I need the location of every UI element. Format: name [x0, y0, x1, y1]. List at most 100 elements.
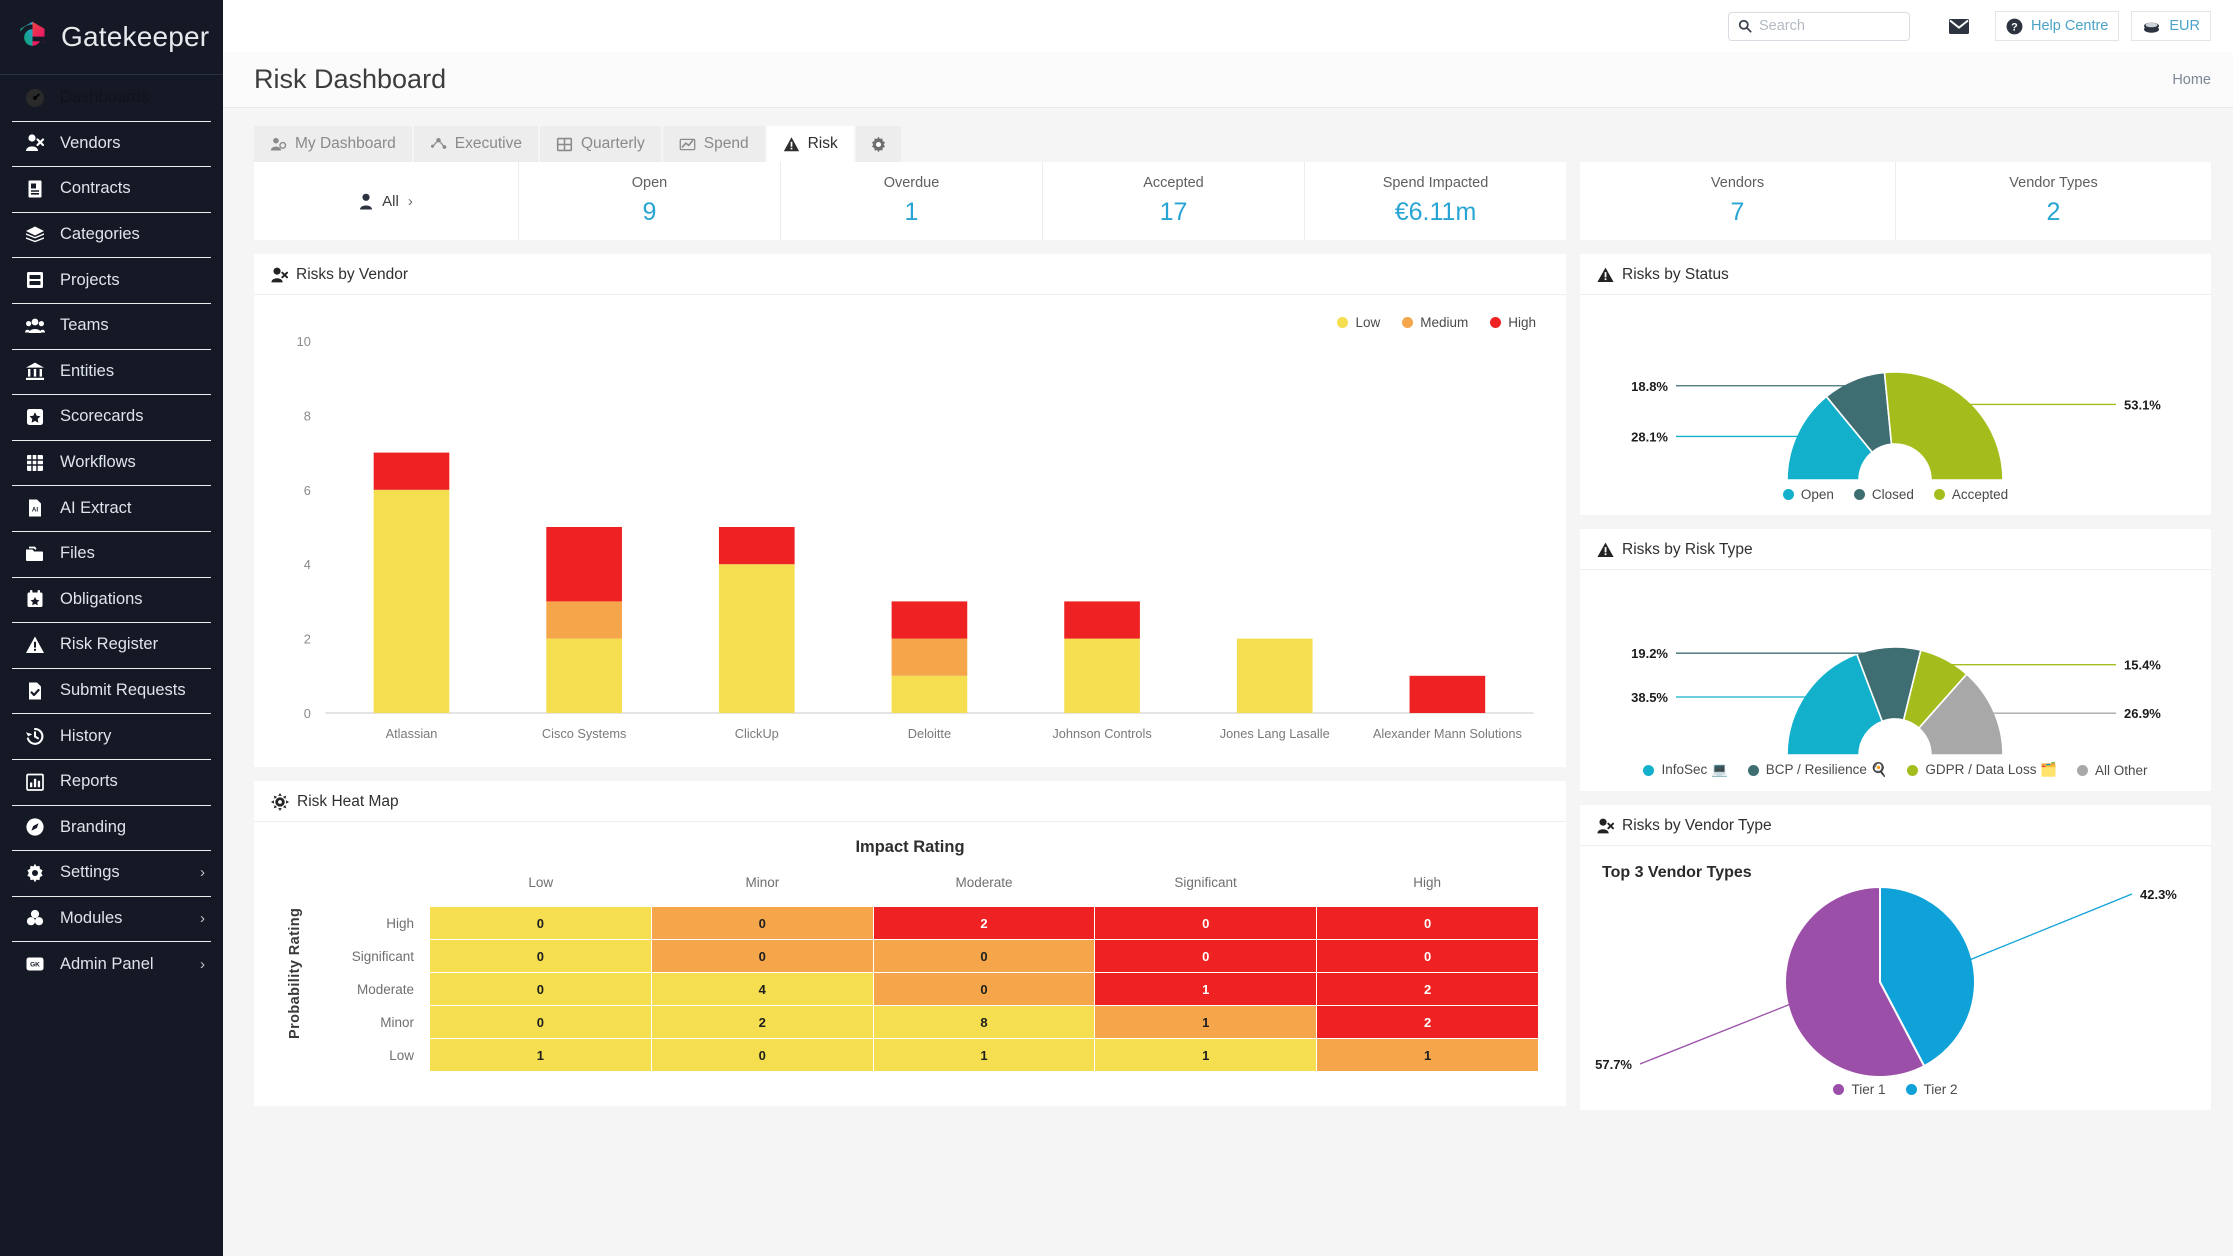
heatmap-column-headers: Low Minor Moderate Significant High	[308, 875, 1538, 907]
kpi-card-accepted[interactable]: Accepted 17	[1043, 162, 1305, 240]
legend-item-medium[interactable]: Medium	[1402, 315, 1468, 330]
sidebar-item-reports[interactable]: Reports	[0, 758, 223, 805]
heatmap-cell[interactable]: 0	[873, 940, 1095, 972]
kpi-card-open[interactable]: Open 9	[519, 162, 781, 240]
vendor-icon	[22, 133, 48, 153]
gear-icon	[22, 863, 48, 883]
kpi-card-spend-impacted[interactable]: Spend Impacted €6.11m	[1305, 162, 1566, 240]
tab-quarterly[interactable]: Quarterly	[540, 126, 663, 162]
sidebar-item-projects[interactable]: Projects	[0, 257, 223, 303]
heatmap-cell[interactable]: 0	[651, 1039, 873, 1071]
modules-icon	[22, 908, 48, 928]
sidebar-item-teams[interactable]: Teams	[0, 302, 223, 349]
heatmap-cell[interactable]: 0	[651, 940, 873, 972]
heatmap-cell[interactable]: 2	[1317, 973, 1538, 1005]
heatmap-cell[interactable]: 0	[1317, 940, 1538, 972]
heatmap-cell[interactable]: 0	[873, 973, 1095, 1005]
sidebar-item-branding[interactable]: Branding	[0, 804, 223, 851]
panel-risk-heat-map: Risk Heat Map Impact Rating Probability …	[254, 781, 1566, 1106]
legend-item[interactable]: All Other	[2077, 763, 2148, 778]
sidebar-item-admin-panel[interactable]: GK Admin Panel ›	[0, 941, 223, 987]
legend-item[interactable]: InfoSec 💻	[1643, 762, 1728, 778]
help-centre-button[interactable]: ? Help Centre	[1995, 11, 2120, 41]
heatmap-cell[interactable]: 2	[873, 907, 1095, 939]
sidebar-item-scorecards[interactable]: Scorecards	[0, 394, 223, 440]
heatmap-cell[interactable]: 1	[430, 1039, 651, 1071]
legend-item[interactable]: BCP / Resilience 🍳	[1747, 762, 1887, 778]
heatmap-cell[interactable]: 1	[873, 1039, 1095, 1071]
sidebar-item-label: Reports	[60, 772, 118, 791]
breadcrumb-home-link[interactable]: Home	[2172, 72, 2211, 88]
legend-swatch	[1907, 764, 1919, 776]
heatmap-cell[interactable]: 1	[1095, 1006, 1317, 1038]
status-donut-svg[interactable]: 28.1% 18.8% 53.1%	[1580, 295, 2211, 487]
currency-button[interactable]: EUR	[2131, 11, 2211, 41]
sidebar-item-settings[interactable]: Settings ›	[0, 850, 223, 896]
kpi-card-overdue[interactable]: Overdue 1	[781, 162, 1043, 240]
heatmap-cell[interactable]: 0	[1095, 907, 1317, 939]
panels-grid: Risks by Vendor Low Medium High 0 2 4 6 8 10 Atl…	[254, 254, 2211, 1110]
tab-risk[interactable]: Risk	[766, 126, 856, 162]
sidebar-item-vendors[interactable]: Vendors	[0, 120, 223, 167]
heatmap-row: Moderate 0 4 0 1 2	[308, 973, 1538, 1005]
sidebar-item-obligations[interactable]: Obligations	[0, 576, 223, 623]
tab-spend[interactable]: Spend	[662, 126, 767, 162]
heatmap-cell[interactable]: 0	[1095, 940, 1317, 972]
left-column: Risks by Vendor Low Medium High 0 2 4 6 8 10 Atl…	[254, 254, 1566, 1110]
heatmap-cell[interactable]: 0	[1317, 907, 1538, 939]
sidebar-item-workflows[interactable]: Workflows	[0, 439, 223, 486]
sidebar-item-categories[interactable]: Categories	[0, 211, 223, 258]
search-input[interactable]: Search	[1728, 11, 1910, 41]
heatmap-cell[interactable]: 0	[651, 907, 873, 939]
legend-item[interactable]: Closed	[1853, 487, 1914, 502]
sidebar-item-files[interactable]: Files	[0, 530, 223, 577]
heatmap-cell[interactable]: 0	[430, 1006, 651, 1038]
messages-button[interactable]	[1935, 18, 1983, 34]
panel-header: Risks by Vendor Type	[1580, 805, 2211, 846]
sidebar-item-ai-extract[interactable]: AI AI Extract	[0, 485, 223, 531]
bar-chart-svg[interactable]: 0 2 4 6 8 10 Atlassian Cisco Systems ClickUp Delo…	[272, 305, 1548, 757]
heatmap-cell[interactable]: 1	[1095, 973, 1317, 1005]
kpi-card-vendors[interactable]: Vendors 7	[1580, 162, 1896, 240]
sidebar-item-contracts[interactable]: Contracts	[0, 166, 223, 212]
sidebar-item-modules[interactable]: Modules ›	[0, 895, 223, 942]
legend-item-high[interactable]: High	[1490, 315, 1536, 330]
kpi-card-vendor-types[interactable]: Vendor Types 2	[1896, 162, 2211, 240]
tab-executive[interactable]: Executive	[413, 126, 540, 162]
chevron-right-icon: ›	[200, 909, 205, 927]
heatmap-row: Significant 0 0 0 0 0	[308, 940, 1538, 972]
risktype-donut-svg[interactable]: 38.5% 19.2% 15.4% 26.9%	[1580, 570, 2211, 762]
heatmap-row-header: Minor	[380, 1014, 414, 1030]
legend-item[interactable]: Accepted	[1933, 487, 2008, 502]
sidebar-item-risk-register[interactable]: Risk Register	[0, 622, 223, 668]
kpi-filter-all[interactable]: All ›	[254, 162, 519, 240]
gauge-icon	[22, 88, 48, 108]
heatmap-cell[interactable]: 0	[430, 940, 651, 972]
bank-icon	[22, 361, 48, 381]
people-icon	[22, 316, 48, 336]
svg-text:Johnson Controls: Johnson Controls	[1052, 727, 1151, 741]
donut-slice[interactable]	[1883, 371, 2004, 481]
legend-item-low[interactable]: Low	[1337, 315, 1380, 330]
tab-settings[interactable]	[855, 126, 903, 162]
heatmap-cell[interactable]: 2	[1317, 1006, 1538, 1038]
heatmap-cell[interactable]: 0	[430, 973, 651, 1005]
heatmap-cell[interactable]: 4	[651, 973, 873, 1005]
heatmap-cell[interactable]: 1	[1317, 1039, 1538, 1071]
sidebar-item-entities[interactable]: Entities	[0, 348, 223, 395]
vendor-type-subtitle: Top 3 Vendor Types	[1602, 864, 1752, 881]
svg-text:0: 0	[304, 707, 311, 721]
legend-item[interactable]: GDPR / Data Loss 🗂️	[1907, 762, 2057, 778]
heatmap-cell[interactable]: 0	[430, 907, 651, 939]
sidebar-item-history[interactable]: History	[0, 713, 223, 759]
legend-item[interactable]: Open	[1782, 487, 1834, 502]
sidebar-item-submit-requests[interactable]: Submit Requests	[0, 667, 223, 714]
heatmap-cell[interactable]: 8	[873, 1006, 1095, 1038]
tab-my-dashboard[interactable]: My Dashboard	[254, 126, 414, 162]
heatmap-cell[interactable]: 2	[651, 1006, 873, 1038]
vendortype-pie-svg[interactable]: 42.3% 57.7%	[1580, 882, 2211, 1087]
legend-swatch	[1337, 317, 1349, 328]
brand-header[interactable]: Gatekeeper	[0, 0, 223, 75]
heatmap-cell[interactable]: 1	[1095, 1039, 1317, 1071]
sidebar-item-dashboards[interactable]: Dashboards	[0, 75, 223, 121]
